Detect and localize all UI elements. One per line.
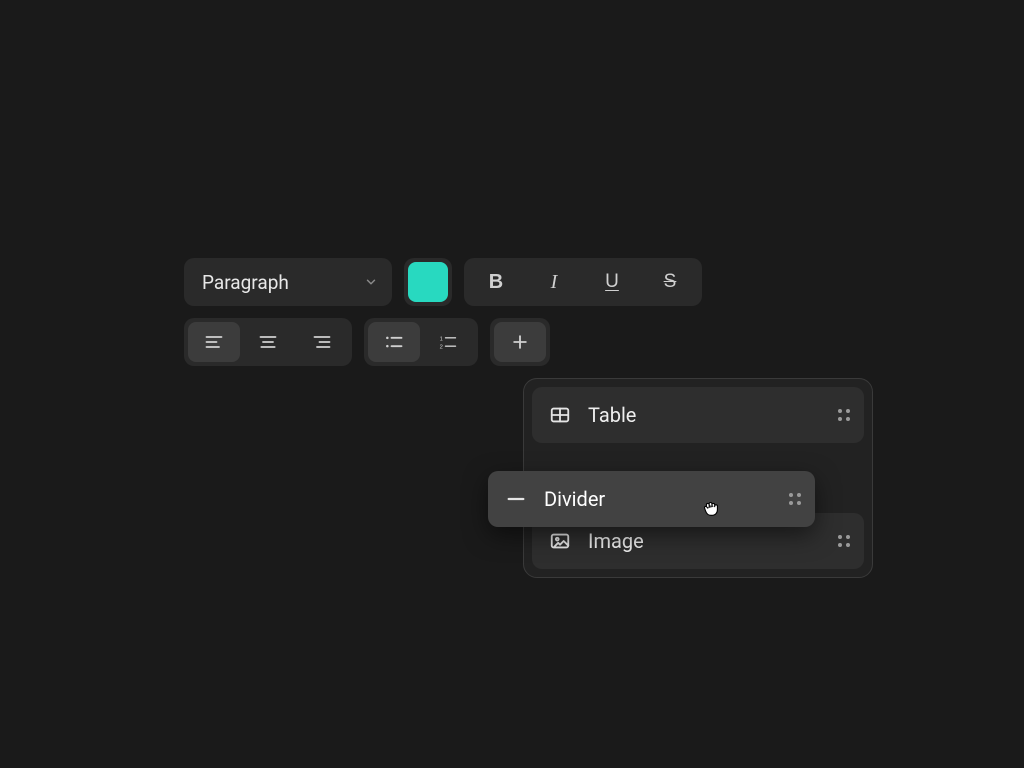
align-right-icon xyxy=(312,332,332,352)
drag-handle-icon[interactable] xyxy=(789,493,801,505)
bullet-list-icon xyxy=(384,332,404,352)
text-color-swatch[interactable] xyxy=(408,262,448,302)
insert-menu-item-divider-dragging[interactable]: Divider xyxy=(488,471,815,527)
svg-text:2: 2 xyxy=(440,345,443,351)
alignment-group xyxy=(184,318,352,366)
align-center-icon xyxy=(258,332,278,352)
plus-icon xyxy=(510,332,530,352)
divider-icon xyxy=(502,488,530,510)
numbered-list-button[interactable]: 12 xyxy=(422,322,474,362)
insert-menu-label: Divider xyxy=(544,487,789,511)
block-type-label: Paragraph xyxy=(202,271,289,294)
numbered-list-icon: 12 xyxy=(438,332,458,352)
insert-menu-item-table[interactable]: Table xyxy=(532,387,864,443)
image-icon xyxy=(546,530,574,552)
align-left-button[interactable] xyxy=(188,322,240,362)
block-type-select[interactable]: Paragraph xyxy=(184,258,392,306)
strikethrough-button[interactable]: S xyxy=(642,262,698,302)
svg-text:1: 1 xyxy=(440,336,443,342)
italic-button[interactable]: I xyxy=(526,262,582,302)
align-center-button[interactable] xyxy=(242,322,294,362)
insert-menu-label: Table xyxy=(588,403,838,427)
insert-group xyxy=(490,318,550,366)
list-group: 12 xyxy=(364,318,478,366)
text-format-group: B I U S xyxy=(464,258,702,306)
add-block-button[interactable] xyxy=(494,322,546,362)
insert-menu-label: Image xyxy=(588,529,838,553)
chevron-down-icon xyxy=(364,275,378,289)
color-swatch-wrap[interactable] xyxy=(404,258,452,306)
align-right-button[interactable] xyxy=(296,322,348,362)
bullet-list-button[interactable] xyxy=(368,322,420,362)
bold-button[interactable]: B xyxy=(468,262,524,302)
drag-handle-icon[interactable] xyxy=(838,409,850,421)
underline-button[interactable]: U xyxy=(584,262,640,302)
table-icon xyxy=(546,404,574,426)
formatting-toolbar: Paragraph B I U S xyxy=(184,258,702,378)
align-left-icon xyxy=(204,332,224,352)
drag-handle-icon[interactable] xyxy=(838,535,850,547)
